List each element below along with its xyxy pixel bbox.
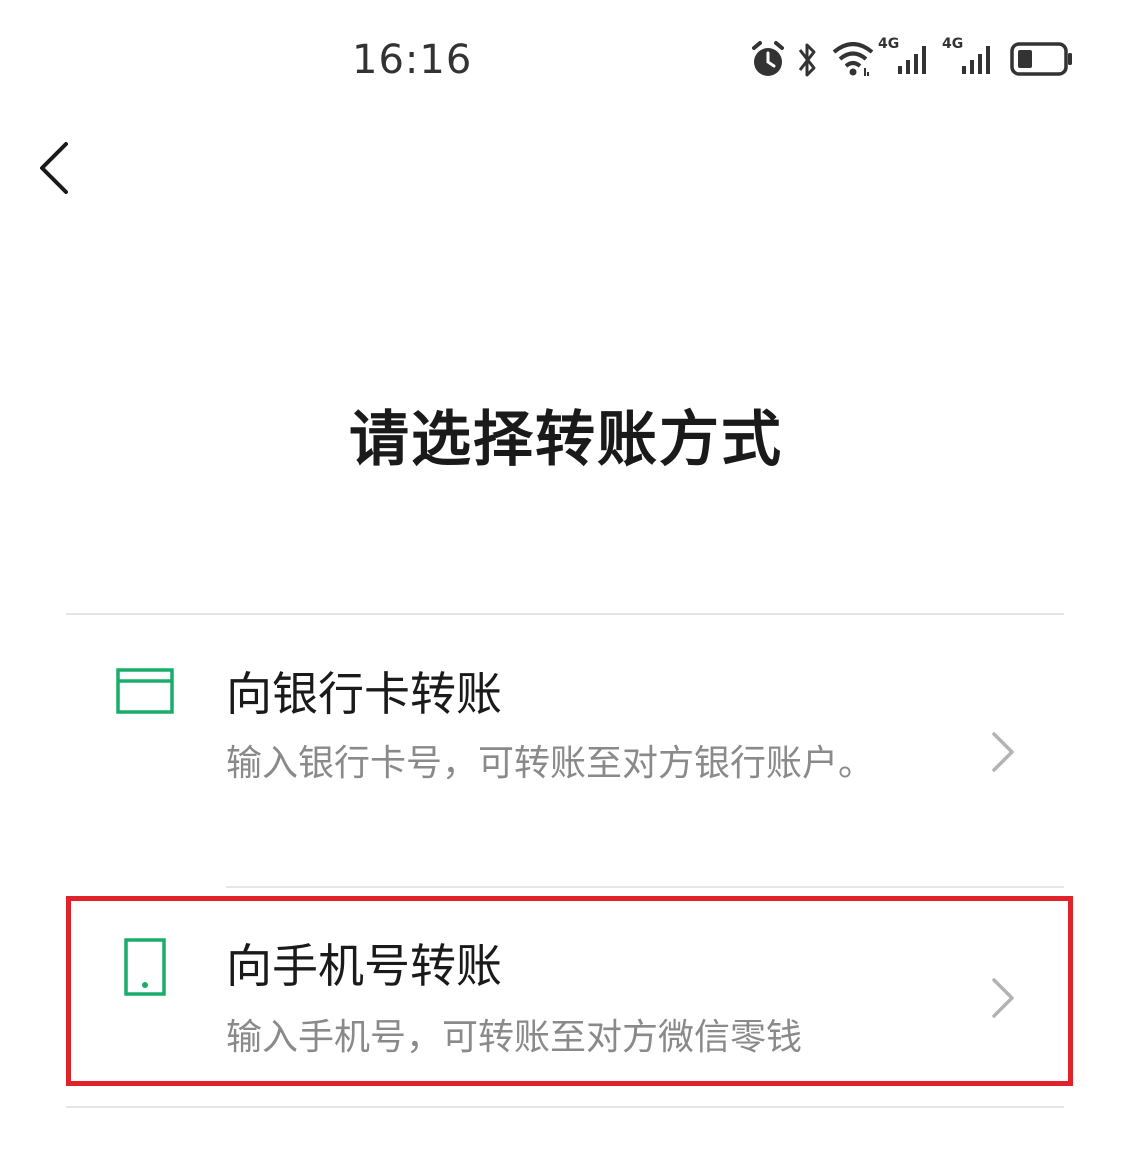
divider-middle [226, 886, 1064, 888]
chevron-right-icon [992, 978, 1014, 1018]
wifi-icon [832, 42, 874, 76]
bank-card-icon [116, 668, 174, 714]
status-bar: 16:16 4G 4G [0, 0, 1132, 120]
page-title: 请选择转账方式 [349, 405, 783, 475]
bluetooth-icon [798, 43, 816, 77]
chevron-left-icon [40, 142, 68, 194]
option-title: 向银行卡转账 [226, 667, 502, 721]
signal-4g-icon [898, 46, 926, 74]
signal-4g-icon [962, 46, 990, 74]
back-button[interactable] [28, 130, 88, 206]
mobile-phone-icon [124, 938, 166, 996]
divider-bottom [66, 1106, 1064, 1108]
alarm-icon [752, 41, 784, 76]
mobile-number-transfer-option[interactable]: 向手机号转账 输入手机号，可转账至对方微信零钱 [66, 900, 1064, 1086]
option-description: 输入银行卡号，可转账至对方银行账户。 [226, 743, 875, 784]
chevron-right-icon [992, 732, 1014, 772]
status-icons: 4G 4G [748, 36, 1078, 84]
status-time: 16:16 [352, 37, 473, 83]
option-title: 向手机号转账 [226, 939, 502, 993]
battery-icon [1010, 42, 1072, 76]
bank-card-transfer-option[interactable]: 向银行卡转账 输入银行卡号，可转账至对方银行账户。 [66, 640, 1064, 866]
option-description: 输入手机号，可转账至对方微信零钱 [226, 1017, 803, 1058]
divider-top [66, 613, 1064, 615]
